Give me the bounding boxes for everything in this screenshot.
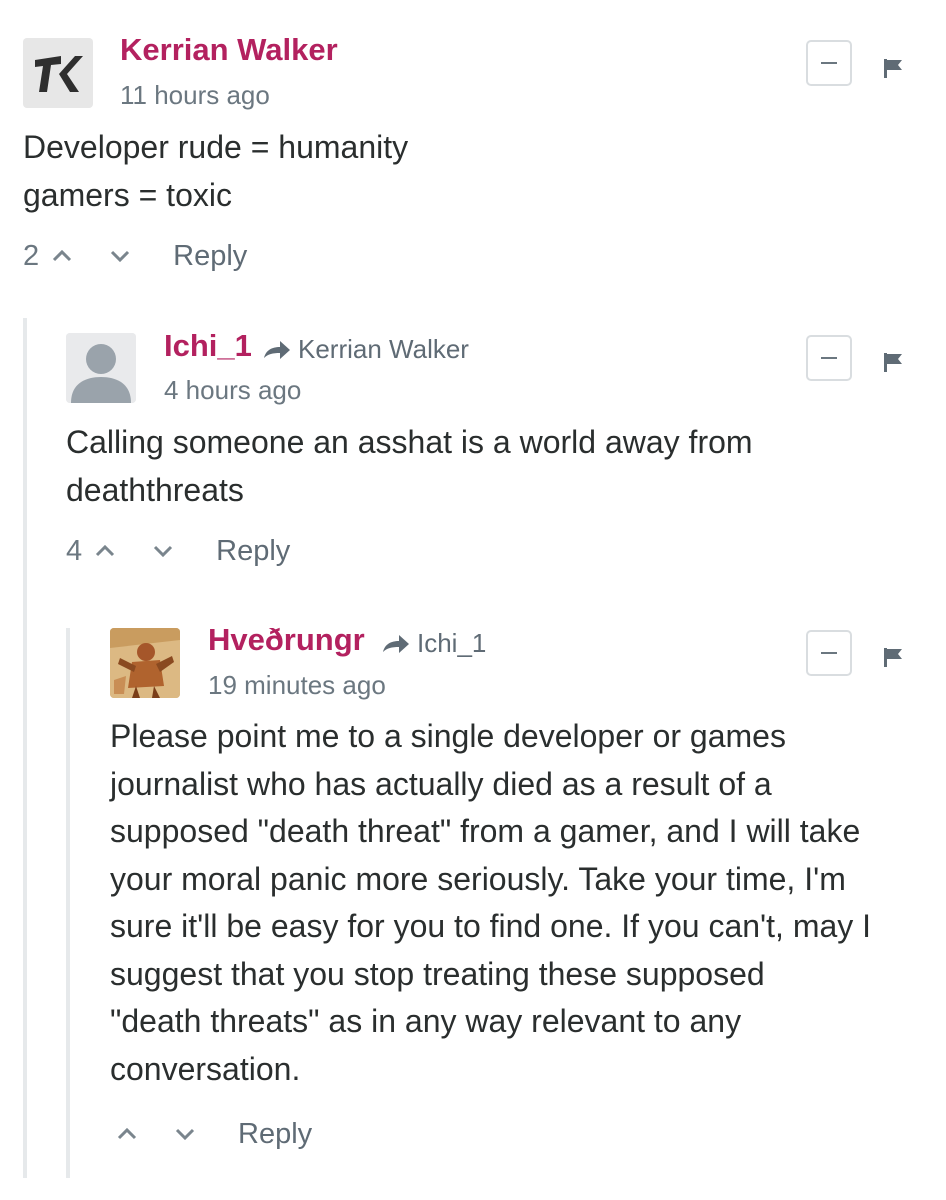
comment-line: conversation. [110, 1050, 301, 1087]
minus-icon [821, 652, 837, 654]
collapse-button[interactable] [806, 630, 852, 676]
upvote-button[interactable] [110, 1119, 144, 1149]
chevron-down-icon [175, 1128, 195, 1140]
reply-to-name[interactable]: Ichi_1 [417, 628, 486, 659]
comment-line: sure it'll be easy for you to find one. … [110, 908, 872, 944]
flag-icon [884, 648, 902, 667]
comment-line: Please point me to a single developer or… [110, 718, 786, 754]
comment-line: supposed "death threat" from a gamer, an… [110, 813, 861, 849]
illustrated-figure-avatar-icon [110, 628, 180, 698]
chevron-up-icon [117, 1128, 137, 1140]
author-name[interactable]: Hveðrungr [208, 622, 365, 658]
comment-line: "death threats" as in any way relevant t… [110, 1003, 742, 1039]
comment-body: Please point me to a single developer or… [110, 713, 940, 1093]
flag-button[interactable] [878, 642, 908, 672]
reply-button[interactable]: Reply [238, 1118, 312, 1151]
share-arrow-icon [383, 634, 409, 653]
avatar[interactable] [110, 628, 180, 698]
comment-line: journalist who has actually died as a re… [110, 765, 772, 802]
comment-hvedrungr: Hveðrungr Ichi_1 19 minutes ago Please p… [0, 0, 946, 1200]
downvote-button[interactable] [168, 1119, 202, 1149]
timestamp[interactable]: 19 minutes ago [208, 670, 386, 701]
in-reply-to[interactable]: Ichi_1 [381, 628, 486, 659]
comment-line: suggest that you stop treating these sup… [110, 955, 765, 992]
comment-line: your moral panic more seriously. Take yo… [110, 860, 846, 897]
comment-actions: Reply [110, 1116, 312, 1152]
